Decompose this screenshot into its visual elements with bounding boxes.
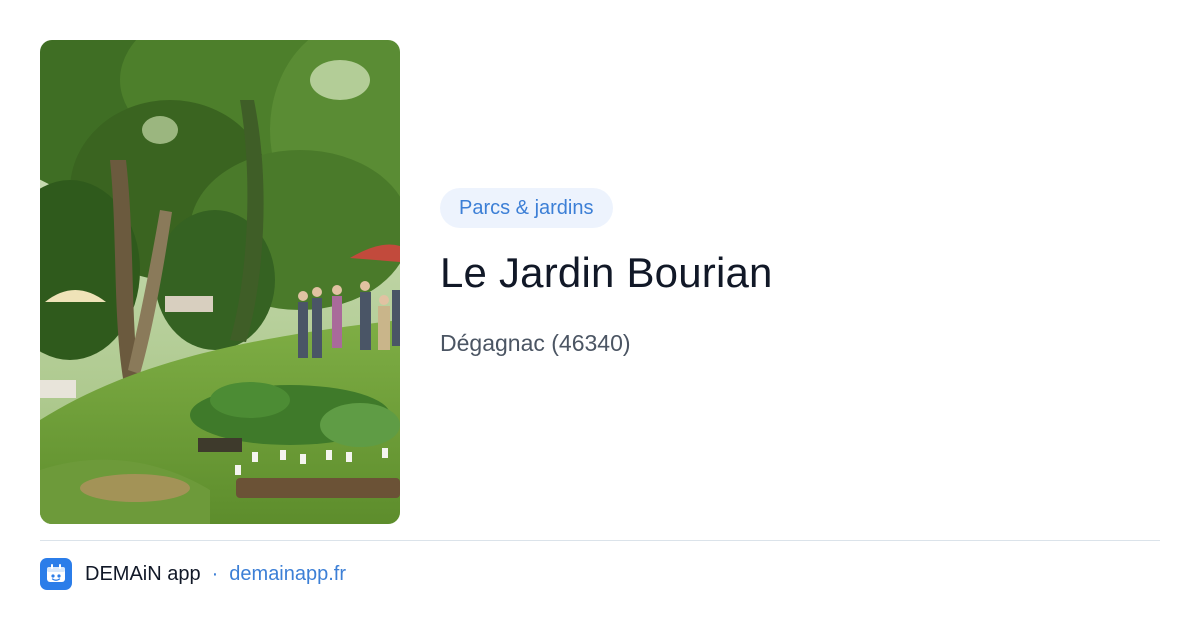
demain-app-logo-icon [40,558,72,590]
place-location: Dégagnac (46340) [440,330,631,356]
footer-divider [40,540,1160,541]
garden-photo-image [40,40,400,524]
place-photo [40,40,400,524]
app-name: DEMAiN app [85,562,201,585]
place-title: Le Jardin Bourian [440,249,773,296]
footer: DEMAiN app · demainapp.fr [40,558,346,590]
category-tag[interactable]: Parcs & jardins [440,188,613,228]
app-url-link[interactable]: demainapp.fr [229,563,346,586]
footer-separator: · [211,562,219,585]
place-info: Parcs & jardins Le Jardin Bourian Dégagn… [440,188,1160,358]
